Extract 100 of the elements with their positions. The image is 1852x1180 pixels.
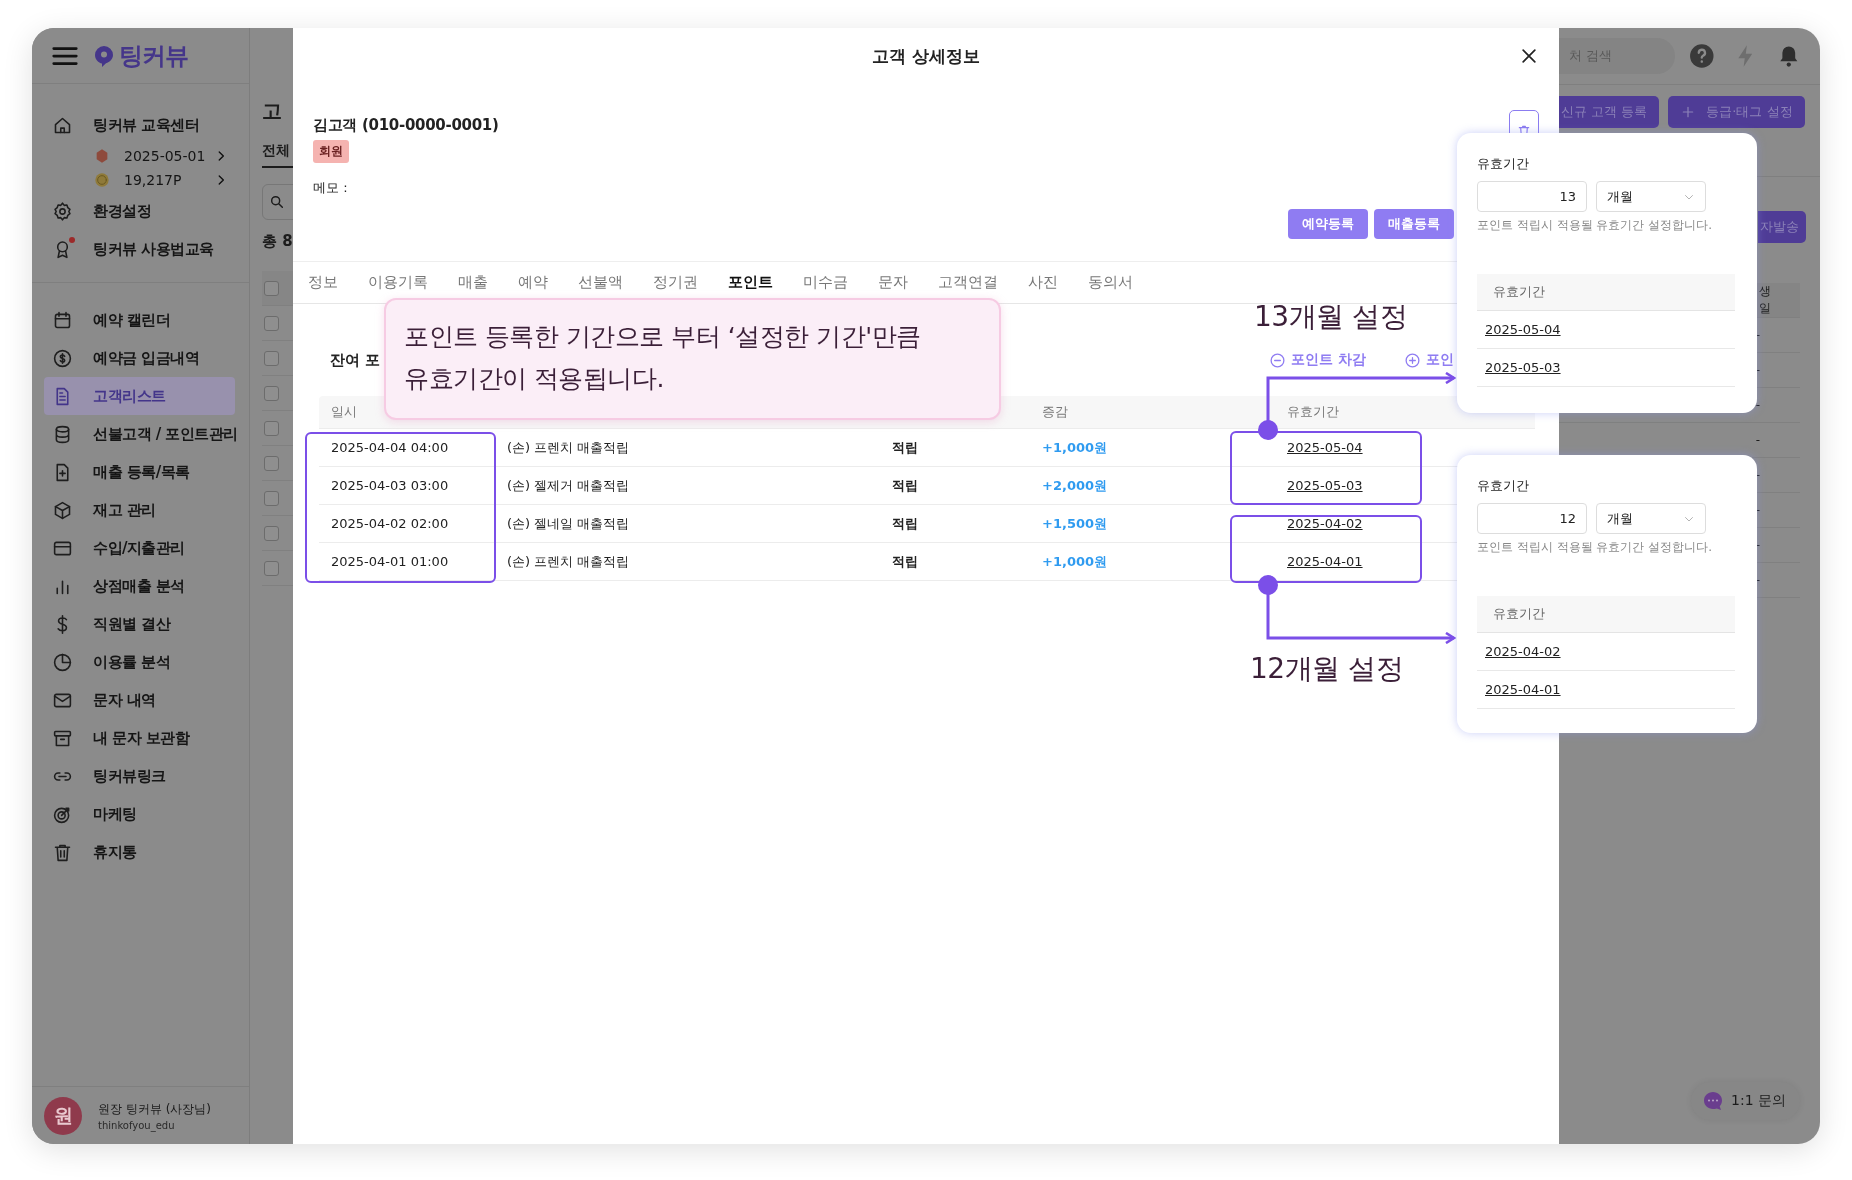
tab[interactable]: 문자 <box>878 273 908 292</box>
annotation-label: 13개월 설정 <box>1254 300 1408 334</box>
tab[interactable]: 포인트 <box>728 273 773 292</box>
center-name[interactable]: 팅커뷰 교육센터 <box>93 115 200 135</box>
unit-dropdown[interactable]: 개월 <box>1596 503 1706 534</box>
column-header: 유효기간 <box>1477 596 1735 633</box>
table-cell: 2025-05-03 <box>1477 349 1735 387</box>
checkbox[interactable] <box>264 525 279 541</box>
tab[interactable]: 고객연결 <box>938 273 998 292</box>
tab[interactable]: 예약 <box>518 273 548 292</box>
point-button[interactable]: 포인트 차감 <box>1269 351 1366 369</box>
checkbox[interactable] <box>264 385 279 401</box>
sidebar-item[interactable]: 이용률 분석 <box>44 643 235 681</box>
table-cell-text: 적립 <box>891 438 919 457</box>
sidebar-item[interactable]: 매출 등록/목록 <box>44 453 235 491</box>
checkbox[interactable] <box>264 490 279 506</box>
page-title: 고 <box>262 98 283 124</box>
tab[interactable]: 동의서 <box>1088 273 1133 292</box>
tab[interactable]: 정보 <box>308 273 338 292</box>
table-cell-text: +1,000원 <box>1041 438 1108 457</box>
column-header: 유효기간 <box>1286 403 1340 421</box>
table-cell-text: 적립 <box>891 476 919 495</box>
table-cell-text: 2025-04-01 <box>1286 554 1364 569</box>
plus-circle-icon <box>1404 351 1421 369</box>
unit-dropdown[interactable]: 개월 <box>1596 181 1706 212</box>
tab[interactable]: 사진 <box>1028 273 1058 292</box>
number-field[interactable]: 13 <box>1477 181 1587 212</box>
close-icon[interactable] <box>1519 46 1539 66</box>
inquiry-button[interactable]: 1:1 문의 <box>1691 1082 1800 1120</box>
table-cell-text: +1,500원 <box>1041 514 1108 533</box>
balance-label: 잔여 포 <box>330 350 381 370</box>
tab[interactable]: 매출 <box>458 273 488 292</box>
column-header: 유효기간 <box>1477 274 1735 311</box>
chat-bubble-icon <box>1701 1089 1725 1113</box>
table-cell-text: 2025-04-02 02:00 <box>330 516 450 531</box>
sidebar-item[interactable]: 수입/지출관리 <box>44 529 235 567</box>
tab[interactable]: 미수금 <box>803 273 848 292</box>
sidebar-item[interactable]: 내 문자 보관함 <box>44 719 235 757</box>
sidebar-item[interactable]: 환경설정 <box>44 192 235 230</box>
tab[interactable]: 정기권 <box>653 273 698 292</box>
point-button[interactable]: 포인 <box>1404 351 1454 369</box>
badge-icon <box>94 148 110 164</box>
header-button[interactable]: 등급·태그 설정 <box>1668 96 1805 128</box>
table-cell-text: 적립 <box>891 514 919 533</box>
action-button[interactable]: 예약등록 <box>1288 209 1368 239</box>
points-text: 19,217P <box>124 172 183 188</box>
sidebar-item[interactable]: 재고 관리 <box>44 491 235 529</box>
checkbox[interactable] <box>264 280 279 296</box>
minus-circle-icon <box>1269 351 1287 369</box>
sidebar-item[interactable]: 선불고객 / 포인트관리 <box>44 415 235 453</box>
calendar-icon <box>52 309 73 331</box>
checkbox[interactable] <box>264 420 279 436</box>
action-button[interactable]: 매출등록 <box>1374 209 1454 239</box>
checkbox[interactable] <box>264 350 279 366</box>
header-button[interactable]: 신규 고객 등록 <box>1559 96 1660 128</box>
modal-title: 고객 상세정보 <box>872 44 980 68</box>
sidebar-item[interactable]: 마케팅 <box>44 795 235 833</box>
checkbox[interactable] <box>264 455 279 471</box>
table-cell-text: (손) 프렌치 매출적립 <box>506 438 631 457</box>
sidebar-item[interactable]: 예약 캘린더 <box>44 301 235 339</box>
pie-chart-icon <box>52 651 73 673</box>
column-header: 일시 <box>330 403 358 421</box>
hint-text: 포인트 적립시 적용될 유효기간 설정합니다. <box>1477 217 1714 234</box>
avatar[interactable]: 원 <box>44 1096 82 1135</box>
sidebar-item[interactable]: 팅커뷰링크 <box>44 757 235 795</box>
table-cell: 2025-04-02 <box>1477 633 1735 671</box>
table-cell-text: 적립 <box>891 552 919 571</box>
customer-name: 김고객 (010-0000-0001) <box>313 115 499 135</box>
table-cell: 2025-04-01 <box>1477 671 1735 709</box>
sidebar-item[interactable]: 휴지통 <box>44 833 235 871</box>
tab[interactable]: 선불액 <box>578 273 623 292</box>
checkbox[interactable] <box>264 560 279 576</box>
sidebar-item[interactable]: 문자 내역 <box>44 681 235 719</box>
table-cell: - <box>1559 423 1800 458</box>
table-cell: 2025-05-04 <box>1477 311 1735 349</box>
table-cell-text: 2025-04-03 03:00 <box>330 478 450 493</box>
gear-icon <box>52 200 73 222</box>
column-header: 증감 <box>1041 403 1069 421</box>
checkbox[interactable] <box>264 315 279 331</box>
user-name: 원장 팅커뷰 (사장님) <box>98 1100 211 1118</box>
send-button[interactable]: 자발송 <box>1758 211 1806 243</box>
date-text: 2025-05-01 <box>124 148 207 164</box>
help-icon[interactable] <box>1689 43 1715 69</box>
memo-label: 메모 : <box>313 179 349 197</box>
table-cell-text: (손) 프렌치 매출적립 <box>506 552 631 571</box>
member-tag: 회원 <box>313 140 349 163</box>
tab[interactable]: 이용기록 <box>368 273 428 292</box>
table-cell-text: 2025-05-03 <box>1286 478 1364 493</box>
sidebar-item[interactable]: 예약금 입금내역 <box>44 339 235 377</box>
sidebar-item[interactable]: 상점매출 분석 <box>44 567 235 605</box>
table-cell-text: 2025-05-04 <box>1286 440 1364 455</box>
dollar-coin-icon <box>52 347 73 369</box>
table-cell-text: (손) 젤제거 매출적립 <box>506 476 631 495</box>
table-cell-text: 2025-04-04 04:00 <box>330 440 450 455</box>
annotation-label: 12개월 설정 <box>1250 652 1404 686</box>
coin-icon <box>94 172 110 188</box>
sidebar-item[interactable]: 직원별 결산 <box>44 605 235 643</box>
sidebar-item[interactable]: 고객리스트 <box>44 377 235 415</box>
number-field[interactable]: 12 <box>1477 503 1587 534</box>
sidebar-item[interactable]: 팅커뷰 사용법교육 <box>44 230 235 268</box>
